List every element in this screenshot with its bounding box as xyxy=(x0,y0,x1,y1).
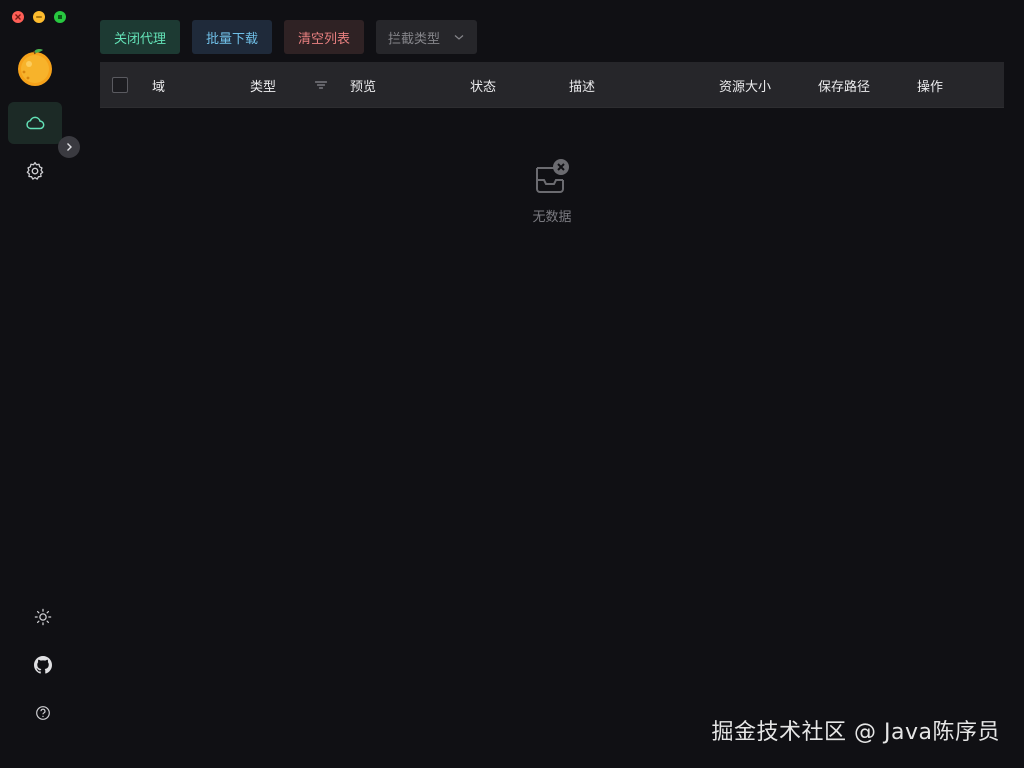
theme-toggle-button[interactable] xyxy=(24,599,62,635)
select-all-checkbox[interactable] xyxy=(112,77,128,93)
table-header: 域 类型 预览 状态 描述 资源大小 保存路径 操作 xyxy=(100,62,1004,108)
minimize-icon[interactable] xyxy=(33,11,45,23)
column-header-actions[interactable]: 操作 xyxy=(917,62,943,108)
github-icon xyxy=(34,656,52,674)
gear-icon xyxy=(26,161,44,180)
empty-inbox-icon xyxy=(536,159,569,193)
resource-table: 域 类型 预览 状态 描述 资源大小 保存路径 操作 xyxy=(100,62,1004,108)
column-header-preview[interactable]: 预览 xyxy=(350,62,376,108)
help-button[interactable] xyxy=(24,695,62,731)
sun-icon xyxy=(34,608,52,626)
column-header-type[interactable]: 类型 xyxy=(250,62,276,108)
cloud-icon xyxy=(26,116,45,130)
intercept-type-select[interactable]: 拦截类型 xyxy=(376,20,478,54)
clear-list-button[interactable]: 清空列表 xyxy=(284,20,365,54)
toolbar: 关闭代理 批量下载 清空列表 拦截类型 xyxy=(100,20,478,54)
chevron-down-icon xyxy=(454,35,464,40)
column-header-description[interactable]: 描述 xyxy=(569,62,595,108)
nav-item-cloud[interactable] xyxy=(8,102,62,144)
github-link[interactable] xyxy=(24,647,62,683)
help-circle-icon xyxy=(36,706,50,720)
window-controls xyxy=(12,11,66,23)
intercept-type-value: 拦截类型 xyxy=(388,31,441,47)
empty-state-text: 无数据 xyxy=(532,210,572,225)
empty-state: 无数据 xyxy=(100,156,1004,225)
column-header-size[interactable]: 资源大小 xyxy=(719,62,771,108)
batch-download-button[interactable]: 批量下载 xyxy=(192,20,273,54)
close-icon[interactable] xyxy=(12,11,24,23)
filter-icon[interactable] xyxy=(314,78,328,92)
sidebar xyxy=(0,0,80,768)
chevron-right-icon xyxy=(67,143,72,151)
close-proxy-button[interactable]: 关闭代理 xyxy=(100,20,181,54)
column-header-status[interactable]: 状态 xyxy=(470,62,496,108)
orange-logo-icon xyxy=(18,49,52,86)
watermark: 掘金技术社区 @ Java陈序员 xyxy=(711,720,1000,745)
app-window: 关闭代理 批量下载 清空列表 拦截类型 域 类型 预览 状态 描述 资源大小 保… xyxy=(0,0,1024,768)
maximize-icon[interactable] xyxy=(54,11,66,23)
column-header-domain[interactable]: 域 xyxy=(152,62,165,108)
nav-item-settings[interactable] xyxy=(8,150,62,192)
sidebar-collapse-button[interactable] xyxy=(58,136,80,158)
column-header-save-path[interactable]: 保存路径 xyxy=(818,62,870,108)
